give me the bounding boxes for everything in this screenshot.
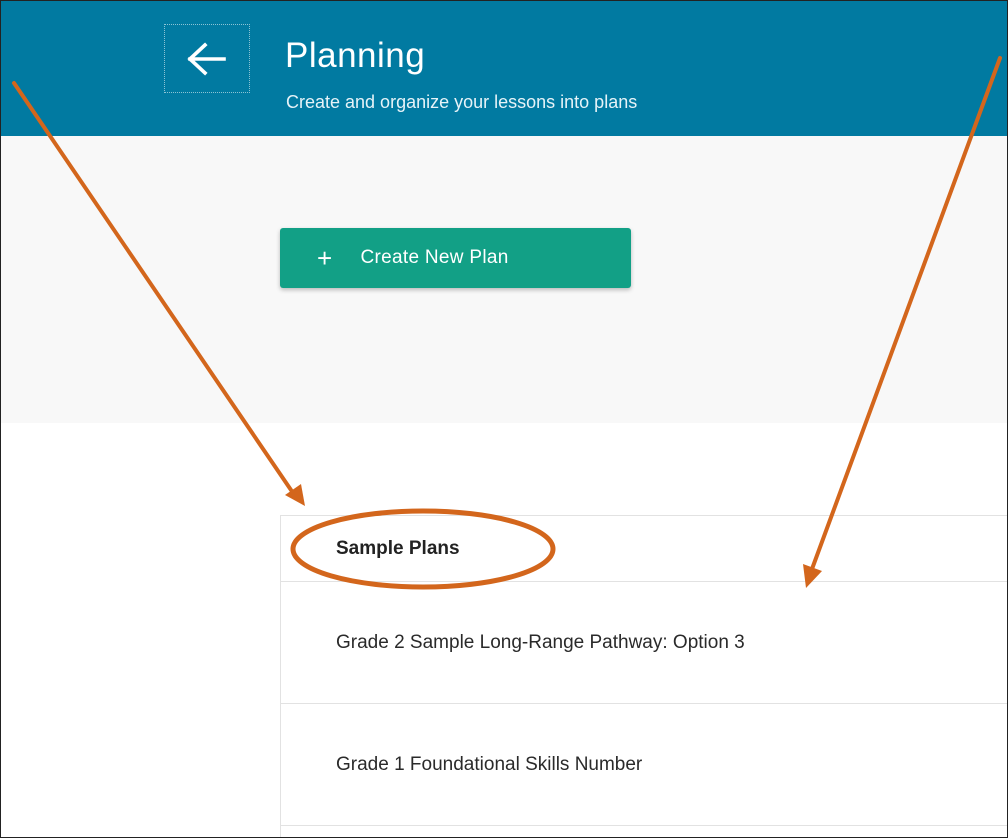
app-window: Planning Create and organize your lesson… — [0, 0, 1008, 838]
create-new-plan-label: Create New Plan — [360, 247, 509, 268]
toolbar-area: + Create New Plan — [1, 136, 1007, 423]
plus-icon: + — [317, 243, 333, 273]
page-title: Planning — [285, 36, 426, 75]
plan-row[interactable]: Grade 1 Foundational Skills Number — [281, 704, 1007, 826]
sample-plans-heading: Sample Plans — [281, 516, 1007, 582]
create-new-plan-button[interactable]: + Create New Plan — [280, 228, 631, 288]
sample-plans-card: Sample Plans Grade 2 Sample Long-Range P… — [280, 515, 1007, 837]
page-subtitle: Create and organize your lessons into pl… — [286, 92, 638, 112]
back-button[interactable] — [164, 24, 250, 93]
arrow-left-icon — [187, 41, 226, 76]
plan-row[interactable]: Grade 2 Sample Long-Range Pathway: Optio… — [281, 582, 1007, 704]
plan-row-label: Grade 1 Foundational Skills Number — [336, 753, 643, 775]
page-header: Planning Create and organize your lesson… — [1, 1, 1007, 136]
plan-row-label: Grade 2 Sample Long-Range Pathway: Optio… — [336, 631, 745, 653]
